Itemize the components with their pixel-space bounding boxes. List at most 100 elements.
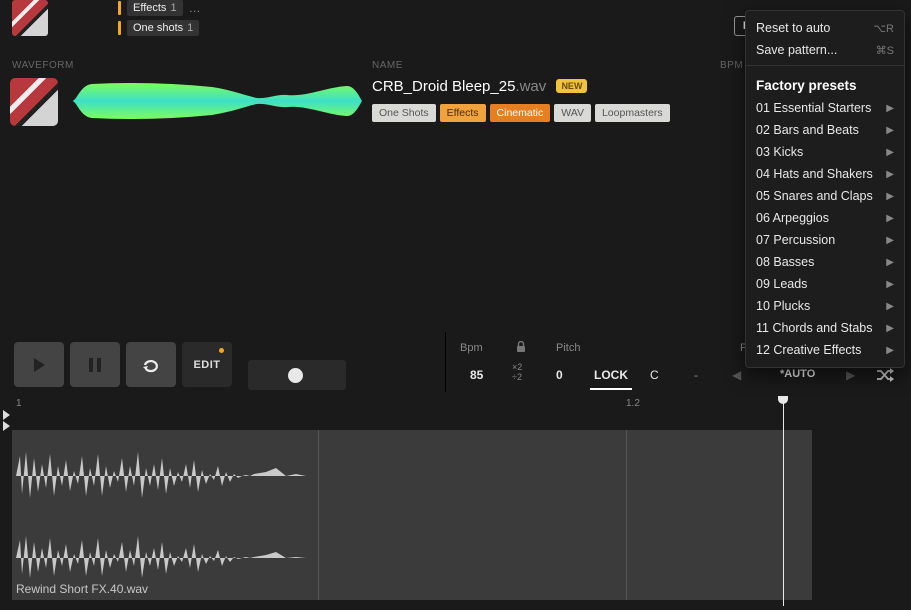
tag-pill[interactable]: One shots 1 bbox=[127, 20, 199, 36]
tag-count: 1 bbox=[187, 22, 193, 34]
label-bpm: Bpm bbox=[460, 342, 483, 354]
menu-preset-11[interactable]: 11 Chords and Stabs ▶ bbox=[746, 317, 904, 339]
loop-button[interactable] bbox=[126, 342, 176, 387]
menu-preset-6[interactable]: 06 Arpeggios ▶ bbox=[746, 207, 904, 229]
slice-markers[interactable] bbox=[0, 410, 16, 432]
submenu-arrow-icon: ▶ bbox=[886, 125, 894, 136]
edit-button[interactable]: EDIT bbox=[182, 342, 232, 387]
slice-marker-icon bbox=[3, 421, 10, 431]
lock-icon[interactable] bbox=[516, 341, 526, 353]
slider-knob[interactable] bbox=[288, 368, 303, 383]
menu-item-label: 02 Bars and Beats bbox=[756, 123, 859, 137]
menu-item-label: Reset to auto bbox=[756, 21, 830, 35]
value-bpm[interactable]: 85 bbox=[470, 368, 483, 382]
pause-icon bbox=[88, 357, 102, 373]
bpm-half[interactable]: ÷2 bbox=[512, 372, 522, 382]
submenu-arrow-icon: ▶ bbox=[886, 147, 894, 158]
waveform-editor[interactable]: Rewind Short FX.40.wav bbox=[12, 430, 812, 600]
play-button[interactable] bbox=[14, 342, 64, 387]
menu-item-label: 10 Plucks bbox=[756, 299, 810, 313]
bpm-multipliers[interactable]: ×2 ÷2 bbox=[512, 362, 522, 382]
tag-oneshots[interactable]: One Shots bbox=[372, 104, 436, 122]
menu-item-label: 06 Arpeggios bbox=[756, 211, 829, 225]
edit-label: EDIT bbox=[193, 359, 220, 371]
more-tags-indicator[interactable]: … bbox=[189, 1, 201, 15]
menu-preset-5[interactable]: 05 Snares and Claps▶ bbox=[746, 185, 904, 207]
pause-button[interactable] bbox=[70, 342, 120, 387]
col-bpm: BPM bbox=[720, 60, 743, 71]
submenu-arrow-icon: ▶ bbox=[886, 103, 894, 114]
play-icon bbox=[31, 357, 47, 373]
pattern-prev-button[interactable]: ◀ bbox=[732, 368, 741, 382]
menu-preset-4[interactable]: 04 Hats and Shakers ▶ bbox=[746, 163, 904, 185]
tag-row-1: Effects 1 … bbox=[118, 0, 201, 16]
ruler-mark-1: 1 bbox=[16, 398, 22, 409]
label-pitch: Pitch bbox=[556, 342, 580, 354]
new-badge: NEW bbox=[556, 79, 587, 93]
menu-item-label: 01 Essential Starters bbox=[756, 101, 871, 115]
menu-preset-3[interactable]: 03 Kicks ▶ bbox=[746, 141, 904, 163]
submenu-arrow-icon: ▶ bbox=[886, 323, 894, 334]
sample-ext: .wav bbox=[515, 78, 546, 95]
submenu-arrow-icon: ▶ bbox=[886, 213, 894, 224]
playhead-line[interactable] bbox=[783, 396, 784, 606]
tag-color-indicator bbox=[118, 1, 121, 15]
submenu-arrow-icon: ▶ bbox=[886, 301, 894, 312]
menu-item-label: 12 Creative Effects bbox=[756, 343, 861, 357]
volume-slider[interactable] bbox=[248, 352, 346, 397]
tag-label: Effects bbox=[133, 2, 166, 14]
menu-preset-8[interactable]: 08 Basses ▶ bbox=[746, 251, 904, 273]
pattern-auto[interactable]: *AUTO bbox=[780, 368, 815, 380]
menu-reset[interactable]: Reset to auto ⌥R bbox=[746, 17, 904, 39]
submenu-arrow-icon: ▶ bbox=[886, 279, 894, 290]
menu-item-label: 08 Basses bbox=[756, 255, 814, 269]
menu-preset-7[interactable]: 07 Percussion ▶ bbox=[746, 229, 904, 251]
col-waveform: WAVEFORM bbox=[12, 60, 74, 71]
value-scale[interactable]: - bbox=[694, 368, 698, 382]
menu-preset-12[interactable]: 12 Creative Effects ▶ bbox=[746, 339, 904, 361]
menu-preset-2[interactable]: 02 Bars and Beats ▶ bbox=[746, 119, 904, 141]
menu-separator bbox=[746, 65, 904, 66]
menu-item-shortcut: ⌘S bbox=[876, 44, 894, 57]
browser-thumbnail[interactable] bbox=[12, 0, 48, 36]
pattern-menu: Reset to auto ⌥R Save pattern... ⌘S Fact… bbox=[745, 10, 905, 368]
sample-thumbnail[interactable] bbox=[10, 78, 58, 126]
menu-item-label: 07 Percussion bbox=[756, 233, 835, 247]
tag-cinematic[interactable]: Cinematic bbox=[490, 104, 551, 122]
pitch-lock-tab[interactable]: LOCK bbox=[590, 368, 632, 390]
menu-save-pattern[interactable]: Save pattern... ⌘S bbox=[746, 39, 904, 61]
shuffle-button[interactable] bbox=[876, 368, 894, 382]
tag-count: 1 bbox=[170, 2, 176, 14]
sample-tags: One Shots Effects Cinematic WAV Loopmast… bbox=[372, 104, 670, 122]
tag-label: One shots bbox=[133, 22, 183, 34]
menu-item-shortcut: ⌥R bbox=[873, 22, 894, 35]
value-key[interactable]: C bbox=[650, 368, 659, 382]
bpm-double[interactable]: ×2 bbox=[512, 362, 522, 372]
tag-wav[interactable]: WAV bbox=[554, 104, 591, 122]
waveform-channel-right bbox=[16, 528, 816, 588]
menu-item-label: Save pattern... bbox=[756, 43, 837, 57]
menu-item-label: 04 Hats and Shakers bbox=[756, 167, 873, 181]
submenu-arrow-icon: ▶ bbox=[886, 345, 894, 356]
menu-preset-1[interactable]: 01 Essential Starters ▶ bbox=[746, 97, 904, 119]
sample-name-text: CRB_Droid Bleep_25 bbox=[372, 78, 515, 95]
menu-item-label: 11 Chords and Stabs bbox=[756, 321, 873, 335]
menu-preset-9[interactable]: 09 Leads▶ bbox=[746, 273, 904, 295]
submenu-arrow-icon: ▶ bbox=[886, 257, 894, 268]
tag-effects[interactable]: Effects bbox=[440, 104, 486, 122]
waveform-channel-left bbox=[16, 446, 816, 506]
col-name: NAME bbox=[372, 60, 403, 71]
tag-loopmasters[interactable]: Loopmasters bbox=[595, 104, 670, 122]
pattern-next-button[interactable]: ▶ bbox=[846, 368, 855, 382]
menu-item-label: 03 Kicks bbox=[756, 145, 803, 159]
waveform-preview bbox=[72, 82, 362, 120]
ruler-mark-12: 1.2 bbox=[626, 398, 640, 409]
menu-preset-10[interactable]: 10 Plucks ▶ bbox=[746, 295, 904, 317]
menu-item-label: 05 Snares and Claps bbox=[756, 189, 873, 203]
slice-marker-icon bbox=[3, 410, 10, 420]
tag-pill[interactable]: Effects 1 bbox=[127, 0, 183, 16]
timeline-ruler[interactable]: 1 1.2 bbox=[12, 398, 901, 412]
submenu-arrow-icon: ▶ bbox=[886, 235, 894, 246]
value-pitch[interactable]: 0 bbox=[556, 368, 563, 382]
submenu-arrow-icon: ▶ bbox=[886, 169, 894, 180]
